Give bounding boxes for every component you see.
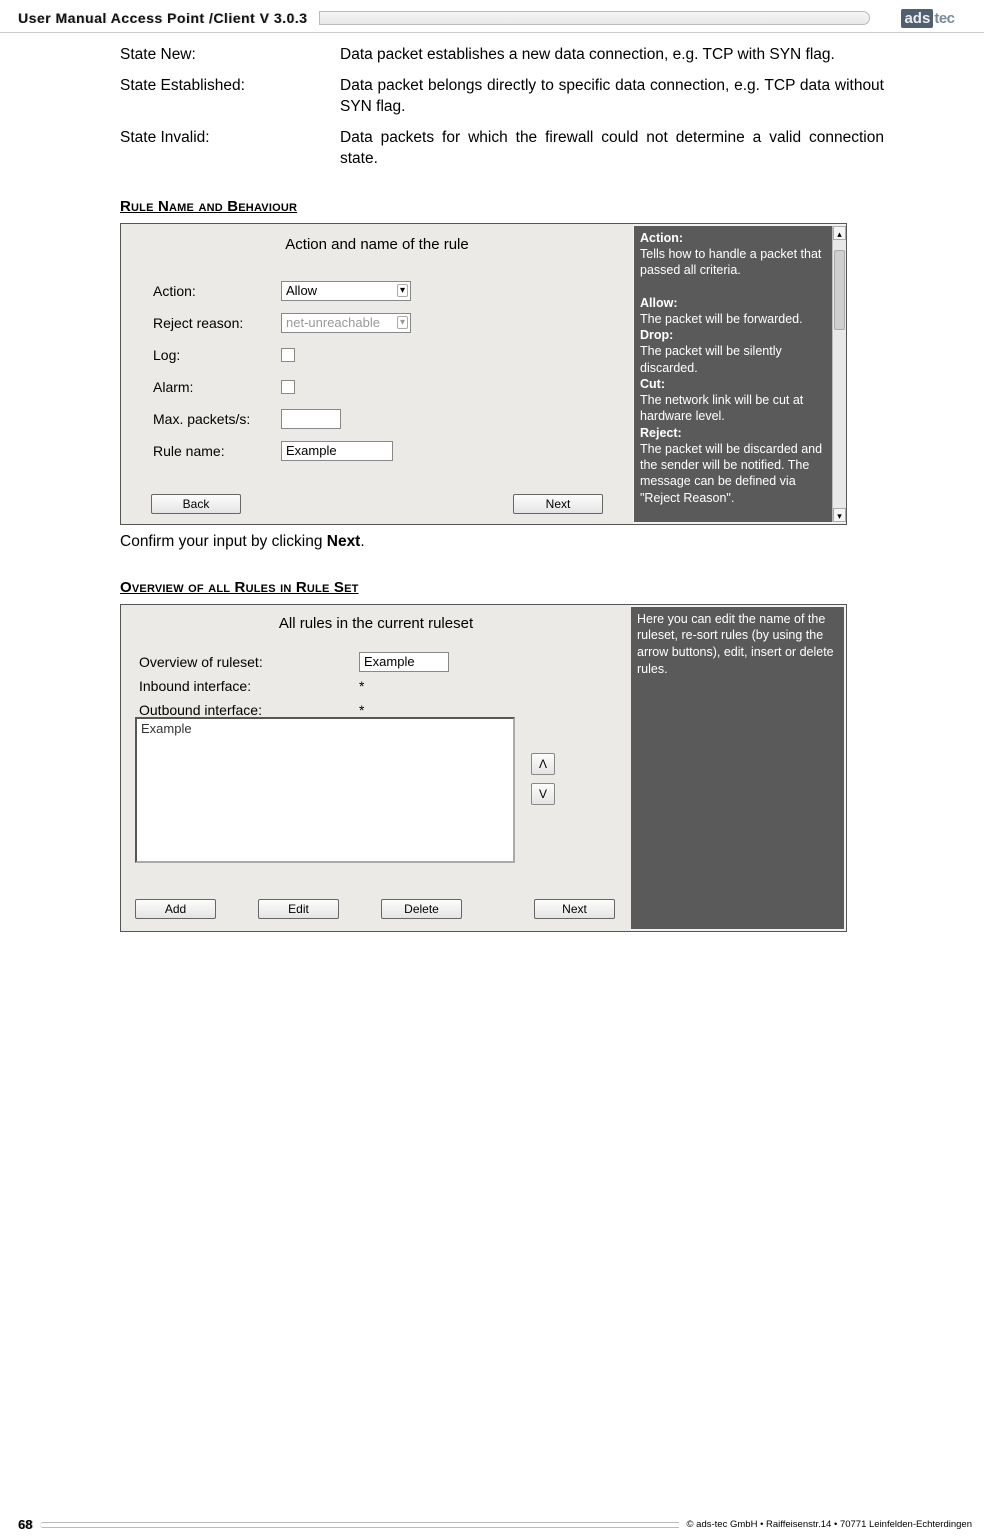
chevron-down-icon: ▾ <box>397 284 408 297</box>
edit-button[interactable]: Edit <box>258 899 339 919</box>
form-row-alarm: Alarm: <box>153 371 633 403</box>
form-row-maxpackets: Max. packets/s: <box>153 403 633 435</box>
checkbox-log[interactable] <box>281 348 295 362</box>
label-rulename: Rule name: <box>153 443 281 459</box>
section-heading-rule-name: Rule Name and Behaviour <box>120 198 984 215</box>
figure1-help-panel: Action: Tells how to handle a packet tha… <box>634 226 832 522</box>
confirm-text-post: . <box>360 533 364 550</box>
back-button[interactable]: Back <box>151 494 241 514</box>
definition-row: State New: Data packet establishes a new… <box>120 45 884 66</box>
label-maxpackets: Max. packets/s: <box>153 411 281 427</box>
confirm-text-bold: Next <box>327 533 361 550</box>
label-log: Log: <box>153 347 281 363</box>
figure-ruleset-overview: All rules in the current ruleset Overvie… <box>120 604 847 932</box>
figure1-buttons: Back Next <box>121 494 633 514</box>
next-button[interactable]: Next <box>534 899 615 919</box>
figure2-help-panel: Here you can edit the name of the rulese… <box>631 607 844 929</box>
confirm-text: Confirm your input by clicking Next. <box>120 533 984 551</box>
definition-desc: Data packets for which the firewall coul… <box>340 128 884 170</box>
value-inbound: * <box>359 678 364 694</box>
figure1-help-text: Action: Tells how to handle a packet tha… <box>640 230 826 522</box>
form-row-action: Action: Allow ▾ <box>153 275 633 307</box>
list-item[interactable]: Example <box>137 719 513 738</box>
definition-desc: Data packet establishes a new data conne… <box>340 45 884 66</box>
select-action[interactable]: Allow ▾ <box>281 281 411 301</box>
input-maxpackets[interactable] <box>281 409 341 429</box>
figure1-title: Action and name of the rule <box>121 224 633 253</box>
form-row-reject: Reject reason: net-unreachable ▾ <box>153 307 633 339</box>
info-row-overview: Overview of ruleset: Example <box>139 650 631 674</box>
rule-listbox[interactable]: Example <box>135 717 515 863</box>
figure1-panel: Action and name of the rule Action: Allo… <box>121 224 633 524</box>
brand-logo: adstec <box>882 6 974 30</box>
page-footer: 68 © ads-tec GmbH • Raiffeisenstr.14 • 7… <box>0 1517 984 1532</box>
copyright-text: © ads-tec GmbH • Raiffeisenstr.14 • 7077… <box>687 1519 972 1530</box>
form-row-rulename: Rule name: Example <box>153 435 633 467</box>
select-reject-value: net-unreachable <box>286 315 380 330</box>
figure2-buttons: Add Edit Delete Next <box>135 899 615 919</box>
scrollbar[interactable]: ▴ ▾ <box>832 226 846 522</box>
page-header: User Manual Access Point /Client V 3.0.3… <box>0 0 984 33</box>
page-number: 68 <box>18 1517 32 1532</box>
definition-term: State New: <box>120 45 340 66</box>
definition-term: State Invalid: <box>120 128 340 170</box>
header-title: User Manual Access Point /Client V 3.0.3 <box>18 10 307 26</box>
select-reject-reason[interactable]: net-unreachable ▾ <box>281 313 411 333</box>
logo-tec: tec <box>934 10 954 27</box>
input-rulename[interactable]: Example <box>281 441 393 461</box>
scroll-up-icon[interactable]: ▴ <box>833 226 846 240</box>
value-outbound: * <box>359 702 364 718</box>
scroll-thumb[interactable] <box>834 250 845 330</box>
checkbox-alarm[interactable] <box>281 380 295 394</box>
chevron-down-icon: ▾ <box>397 316 408 329</box>
label-inbound: Inbound interface: <box>139 678 359 694</box>
form-row-log: Log: <box>153 339 633 371</box>
delete-button[interactable]: Delete <box>381 899 462 919</box>
input-ruleset-name[interactable]: Example <box>359 652 449 672</box>
definition-row: State Invalid: Data packets for which th… <box>120 128 884 170</box>
figure2-panel: All rules in the current ruleset Overvie… <box>121 605 631 931</box>
label-alarm: Alarm: <box>153 379 281 395</box>
state-definitions: State New: Data packet establishes a new… <box>120 45 884 170</box>
label-action: Action: <box>153 283 281 299</box>
definition-term: State Established: <box>120 76 340 118</box>
add-button[interactable]: Add <box>135 899 216 919</box>
info-row-inbound: Inbound interface: * <box>139 674 631 698</box>
figure2-help-text: Here you can edit the name of the rulese… <box>637 611 838 679</box>
definition-desc: Data packet belongs directly to specific… <box>340 76 884 118</box>
label-outbound: Outbound interface: <box>139 702 359 718</box>
figure-action-rule: Action and name of the rule Action: Allo… <box>120 223 847 525</box>
select-action-value: Allow <box>286 283 317 298</box>
reorder-controls: Λ V <box>531 753 561 813</box>
logo-ads: ads <box>901 9 933 28</box>
figure2-title: All rules in the current ruleset <box>121 605 631 632</box>
header-divider <box>319 11 870 25</box>
label-overview: Overview of ruleset: <box>139 654 359 670</box>
definition-row: State Established: Data packet belongs d… <box>120 76 884 118</box>
page-content: State New: Data packet establishes a new… <box>0 33 984 932</box>
label-reject: Reject reason: <box>153 315 281 331</box>
move-up-button[interactable]: Λ <box>531 753 555 775</box>
figure2-info: Overview of ruleset: Example Inbound int… <box>139 650 631 722</box>
move-down-button[interactable]: V <box>531 783 555 805</box>
next-button[interactable]: Next <box>513 494 603 514</box>
confirm-text-pre: Confirm your input by clicking <box>120 533 327 550</box>
figure1-form: Action: Allow ▾ Reject reason: net-unrea… <box>153 275 633 467</box>
footer-divider <box>40 1522 678 1528</box>
scroll-down-icon[interactable]: ▾ <box>833 508 846 522</box>
section-heading-overview: Overview of all Rules in Rule Set <box>120 579 984 596</box>
